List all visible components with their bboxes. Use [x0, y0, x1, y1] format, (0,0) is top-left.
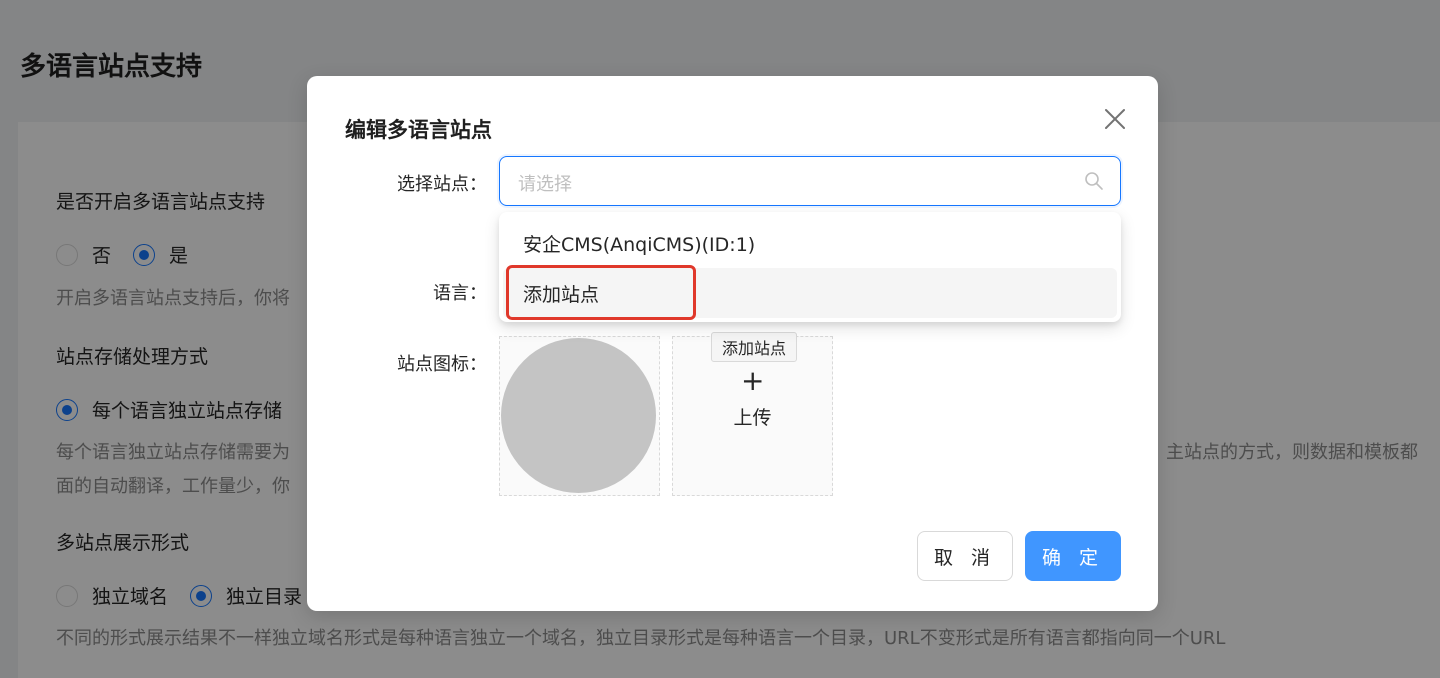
dropdown-item-anqicms[interactable]: 安企CMS(AnqiCMS)(ID:1) — [503, 218, 1117, 268]
site-dropdown: 安企CMS(AnqiCMS)(ID:1) 添加站点 — [499, 212, 1121, 322]
site-select-placeholder: 请选择 — [518, 174, 572, 195]
ok-button[interactable]: 确 定 — [1025, 531, 1121, 581]
upload-label: 上传 — [733, 407, 772, 429]
search-icon — [1085, 172, 1103, 190]
site-select[interactable]: 请选择 — [499, 156, 1121, 206]
dropdown-item-add-site[interactable]: 添加站点 — [503, 268, 1117, 318]
plus-icon: + — [741, 364, 765, 397]
icon-preview[interactable] — [499, 336, 660, 496]
modal-title: 编辑多语言站点 — [345, 118, 492, 142]
site-label: 选择站点： — [397, 174, 487, 195]
avatar — [501, 338, 656, 493]
edit-site-modal: 编辑多语言站点 选择站点： 请选择 语言： 站点图标： + 上传 添加站点 安企… — [307, 76, 1158, 611]
close-button[interactable] — [1102, 106, 1128, 132]
close-icon — [1105, 109, 1125, 129]
add-site-tooltip: 添加站点 — [711, 332, 798, 362]
language-label: 语言： — [433, 283, 487, 304]
icon-label: 站点图标： — [397, 354, 487, 375]
cancel-button[interactable]: 取 消 — [917, 531, 1013, 581]
